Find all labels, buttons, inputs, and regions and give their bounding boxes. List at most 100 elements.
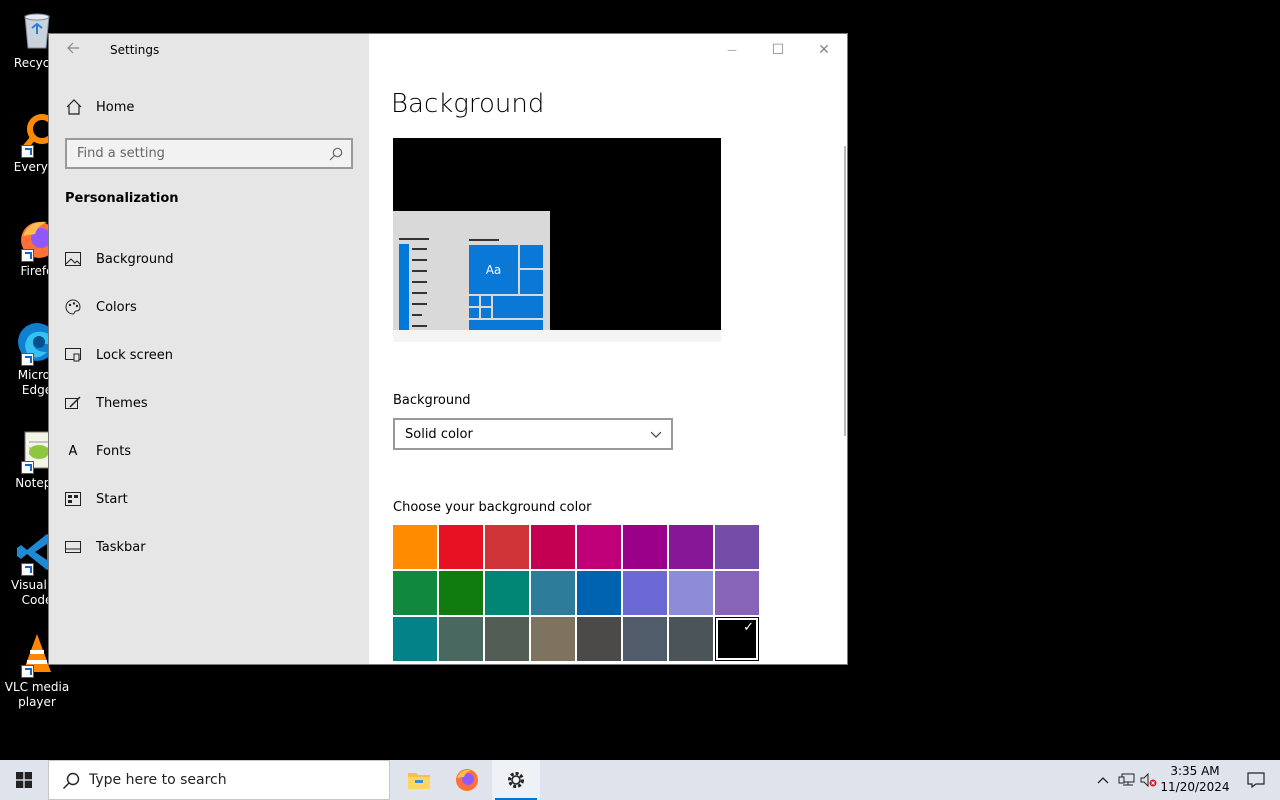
scrollbar[interactable] xyxy=(844,146,846,436)
back-button[interactable] xyxy=(63,40,83,60)
taskbar: Type here to search 3:35 AM 11/20/2024 xyxy=(0,760,1280,800)
chevron-down-icon xyxy=(651,431,661,438)
maximize-button[interactable]: ☐ xyxy=(755,34,801,66)
color-swatch[interactable] xyxy=(531,525,575,569)
color-swatch[interactable] xyxy=(393,525,437,569)
page-title: Background xyxy=(391,89,545,119)
taskbar-icon xyxy=(65,539,81,555)
sidebar-item-start[interactable]: Start xyxy=(65,487,128,511)
tray-chevron-up[interactable] xyxy=(1092,760,1114,800)
color-swatch[interactable] xyxy=(669,617,713,661)
shortcut-arrow-icon xyxy=(21,353,34,366)
color-swatch[interactable] xyxy=(715,571,759,615)
color-swatch[interactable] xyxy=(669,525,713,569)
sidebar-item-lock-screen[interactable]: Lock screen xyxy=(65,343,173,367)
shortcut-arrow-icon xyxy=(21,563,34,576)
search-icon xyxy=(329,147,343,161)
sidebar-item-label: Colors xyxy=(96,299,137,315)
color-swatch[interactable] xyxy=(485,525,529,569)
color-swatch[interactable] xyxy=(577,617,621,661)
color-swatch[interactable] xyxy=(439,525,483,569)
clock-time: 3:35 AM xyxy=(1170,764,1220,778)
section-title: Personalization xyxy=(65,191,179,206)
color-swatch[interactable] xyxy=(577,525,621,569)
sidebar-item-label: Themes xyxy=(96,395,148,411)
preview-start-menu: Aa xyxy=(393,211,550,330)
start-button[interactable] xyxy=(0,760,48,800)
sidebar-item-themes[interactable]: Themes xyxy=(65,391,148,415)
background-label: Background xyxy=(393,393,471,408)
preview-tile-heading xyxy=(469,239,499,241)
sidebar-item-fonts[interactable]: A Fonts xyxy=(65,439,132,463)
sidebar-item-colors[interactable]: Colors xyxy=(65,295,137,319)
preview-tile xyxy=(469,308,479,318)
home-link[interactable]: Home xyxy=(65,95,134,119)
color-swatch[interactable] xyxy=(531,571,575,615)
sidebar-item-taskbar[interactable]: Taskbar xyxy=(65,535,146,559)
desktop-icon-label: VLC media player xyxy=(4,680,70,709)
sidebar-item-label: Fonts xyxy=(96,443,132,459)
color-swatch[interactable] xyxy=(577,571,621,615)
preview-tile xyxy=(520,245,543,268)
taskbar-firefox[interactable] xyxy=(443,760,491,800)
taskbar-clock[interactable]: 3:35 AM 11/20/2024 xyxy=(1158,763,1232,795)
lock-screen-icon xyxy=(65,347,81,363)
color-swatch[interactable] xyxy=(393,571,437,615)
brush-icon xyxy=(65,395,81,411)
picture-icon xyxy=(65,251,81,267)
color-swatch[interactable] xyxy=(623,617,667,661)
chevron-up-icon xyxy=(1097,777,1109,784)
volume-muted-icon xyxy=(1140,773,1157,787)
tray-volume[interactable] xyxy=(1138,760,1160,800)
home-label: Home xyxy=(96,99,135,115)
color-swatch[interactable] xyxy=(715,525,759,569)
taskbar-settings[interactable] xyxy=(492,760,540,800)
main-content: — ☐ ✕ Background Aa Background Solid col… xyxy=(369,34,847,664)
maximize-icon: ☐ xyxy=(771,42,785,58)
gear-icon xyxy=(508,772,524,788)
color-swatch[interactable]: ✓ xyxy=(715,617,759,661)
sidebar-item-label: Taskbar xyxy=(96,539,146,555)
settings-window: Settings Home Find a setting Personaliza… xyxy=(48,33,848,665)
home-icon xyxy=(66,99,82,115)
dropdown-value: Solid color xyxy=(405,426,473,442)
notification-icon xyxy=(1247,772,1265,788)
sidebar-item-label: Start xyxy=(96,491,128,507)
minimize-button[interactable]: — xyxy=(709,34,755,66)
color-swatch[interactable] xyxy=(669,571,713,615)
action-center-button[interactable] xyxy=(1232,760,1280,800)
preview-tile xyxy=(493,296,543,318)
clock-date: 11/20/2024 xyxy=(1160,780,1230,794)
find-setting-input[interactable]: Find a setting xyxy=(65,138,353,169)
background-type-dropdown[interactable]: Solid color xyxy=(393,418,673,450)
preview-tile-aa: Aa xyxy=(469,245,518,294)
start-icon xyxy=(65,491,81,507)
network-icon xyxy=(1118,773,1135,786)
shortcut-arrow-icon xyxy=(21,249,34,262)
taskbar-file-explorer[interactable] xyxy=(395,760,443,800)
color-swatch-grid: ✓ xyxy=(393,525,761,661)
color-swatch[interactable] xyxy=(623,571,667,615)
preview-tile xyxy=(469,320,543,330)
color-swatch[interactable] xyxy=(623,525,667,569)
close-button[interactable]: ✕ xyxy=(801,34,847,66)
color-swatch[interactable] xyxy=(485,617,529,661)
color-swatch[interactable] xyxy=(393,617,437,661)
sidebar-item-background[interactable]: Background xyxy=(65,247,174,271)
shortcut-arrow-icon xyxy=(21,665,34,678)
tray-network[interactable] xyxy=(1116,760,1138,800)
folder-icon xyxy=(408,773,430,789)
windows-logo-icon xyxy=(16,772,32,788)
shortcut-arrow-icon xyxy=(21,461,34,474)
sidebar: Settings Home Find a setting Personaliza… xyxy=(49,34,369,664)
window-title: Settings xyxy=(110,43,160,57)
taskbar-search-box[interactable]: Type here to search xyxy=(48,760,390,800)
color-swatch[interactable] xyxy=(439,571,483,615)
palette-icon xyxy=(65,299,81,315)
window-controls: — ☐ ✕ xyxy=(709,34,847,66)
close-icon: ✕ xyxy=(818,42,830,58)
search-icon xyxy=(63,772,80,789)
color-swatch[interactable] xyxy=(439,617,483,661)
color-swatch[interactable] xyxy=(531,617,575,661)
color-swatch[interactable] xyxy=(485,571,529,615)
